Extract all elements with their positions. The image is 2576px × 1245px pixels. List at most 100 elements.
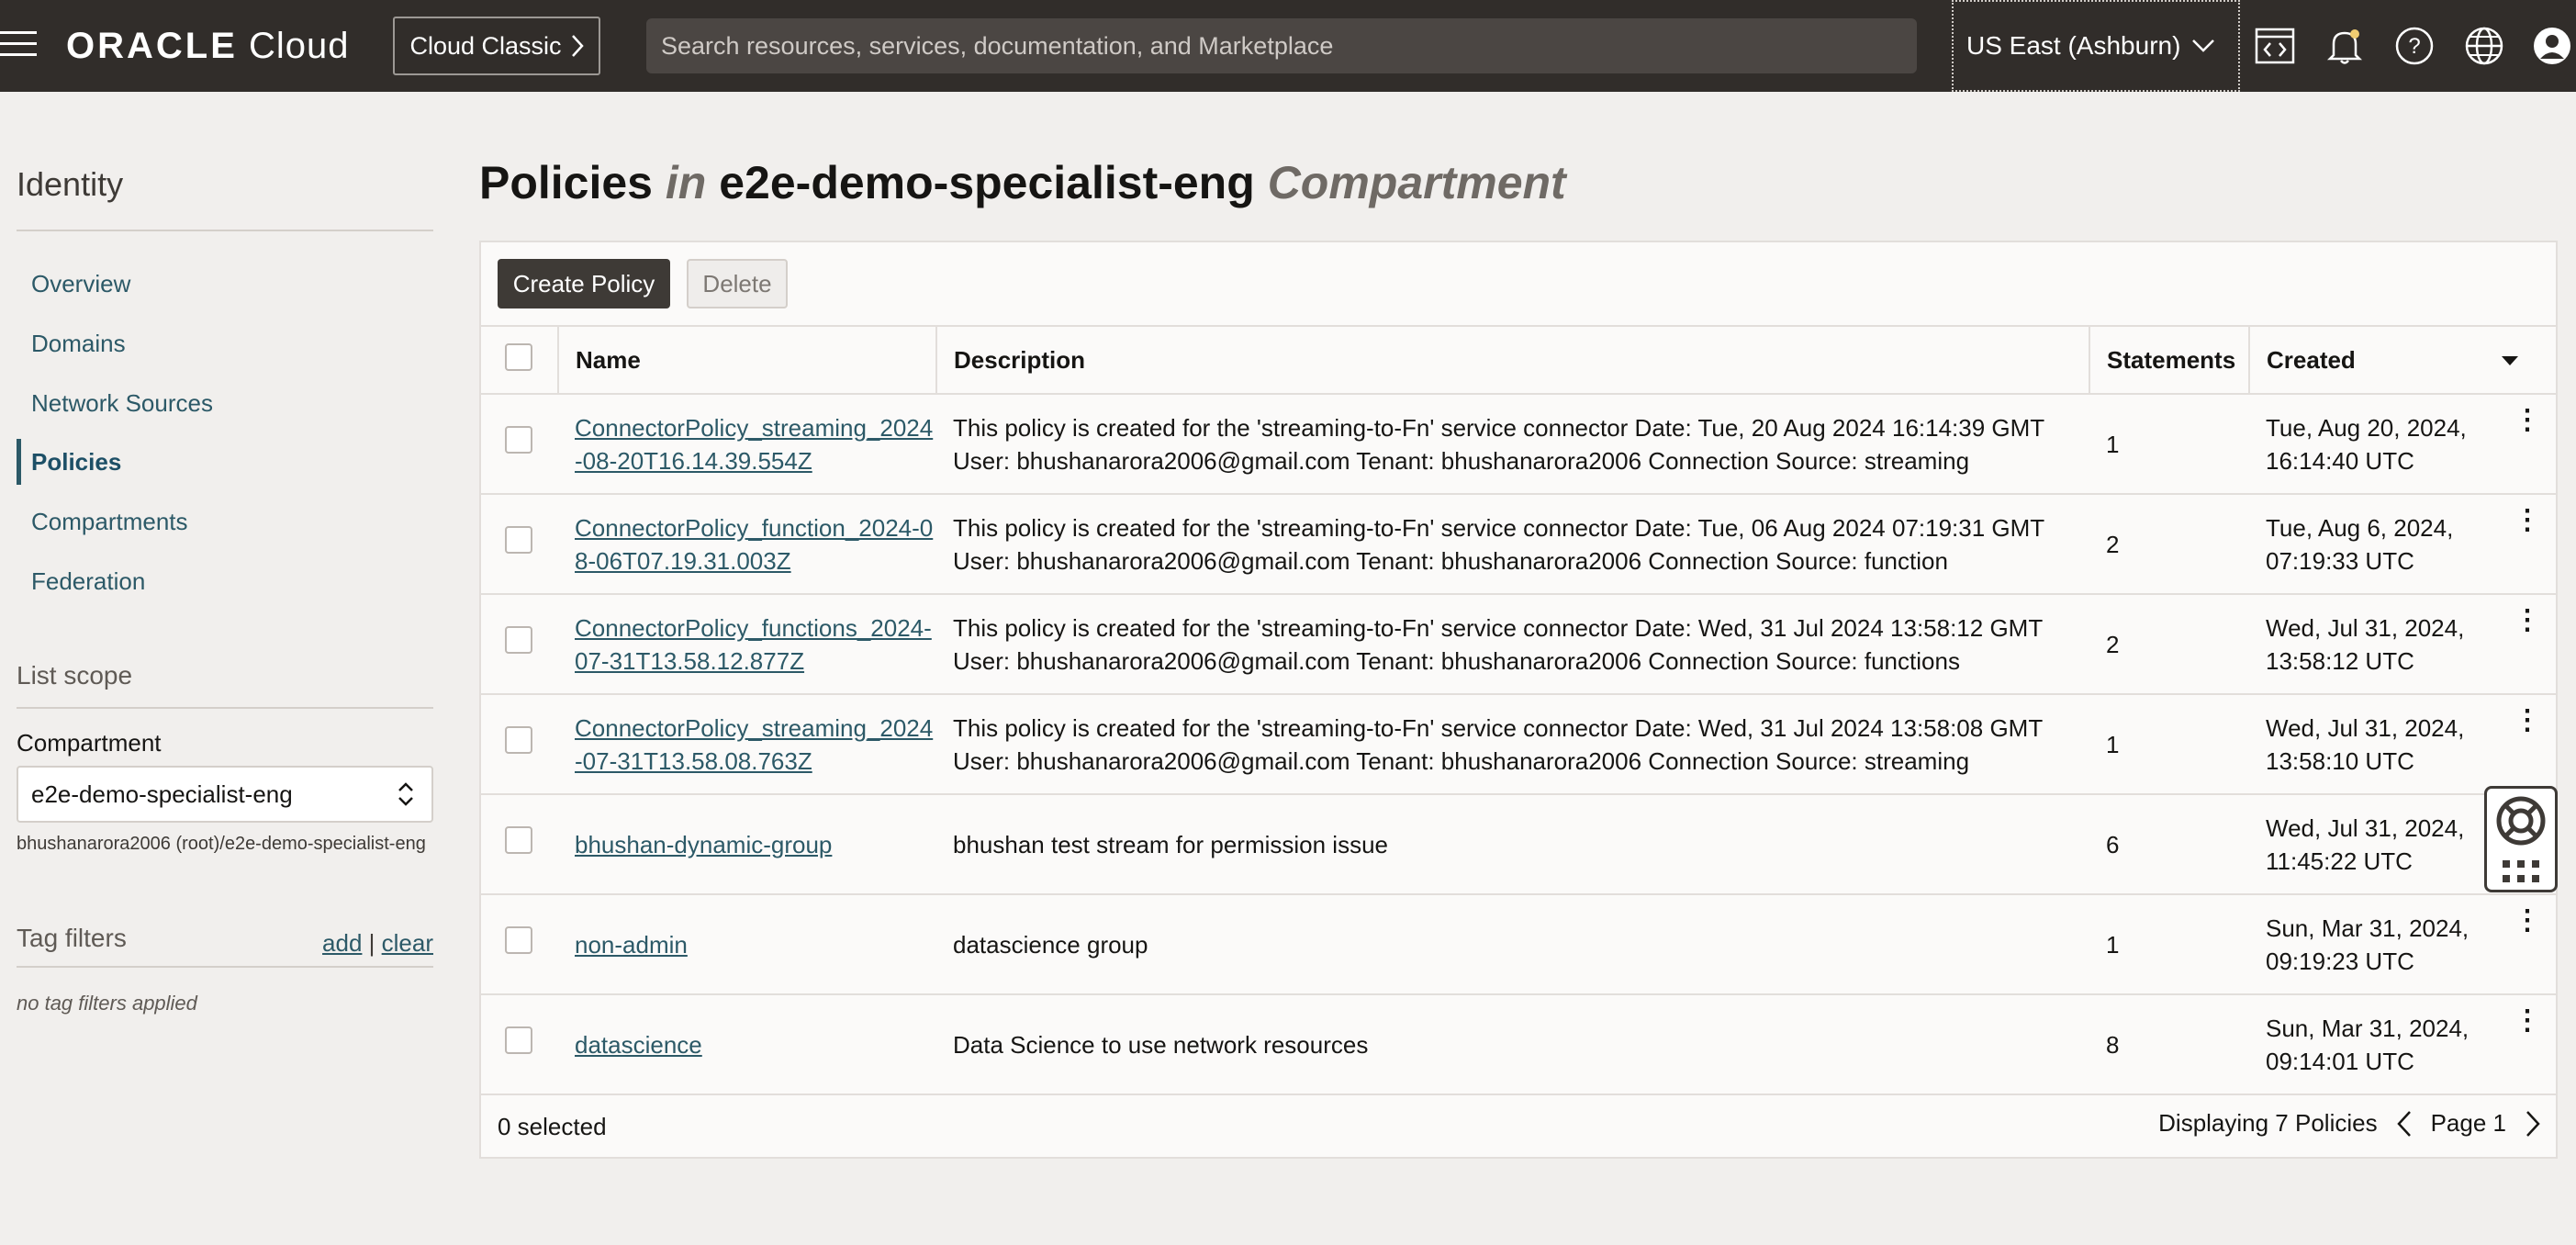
support-widget[interactable]	[2484, 786, 2558, 892]
row-select-cell	[481, 794, 558, 895]
cloud-classic-button[interactable]: Cloud Classic	[393, 17, 600, 75]
column-header-name: Name	[557, 325, 936, 395]
policy-name-cell: ConnectorPolicy_streaming_2024-07-31T13.…	[558, 694, 936, 795]
compartment-select[interactable]: e2e-demo-specialist-eng	[17, 766, 433, 823]
menu-icon[interactable]	[0, 31, 37, 61]
policy-description: This policy is created for the 'streamin…	[936, 394, 2089, 495]
row-select-cell	[481, 894, 558, 995]
bell-icon[interactable]	[2321, 22, 2369, 70]
policy-description: This policy is created for the 'streamin…	[936, 594, 2089, 695]
table-row: datascience Data Science to use network r…	[481, 994, 2556, 1095]
select-all-checkbox[interactable]	[505, 342, 532, 371]
row-checkbox[interactable]	[505, 626, 532, 654]
policy-description: This policy is created for the 'streamin…	[936, 494, 2089, 595]
row-checkbox[interactable]	[505, 726, 532, 754]
sort-updown-icon	[398, 782, 413, 806]
chevron-down-icon	[2192, 39, 2215, 52]
policy-created-cell: ⋮ Tue, Aug 6, 2024, 07:19:33 UTC	[2249, 494, 2556, 595]
lifebuoy-icon	[2496, 796, 2546, 845]
policy-name-cell: bhushan-dynamic-group	[558, 794, 936, 895]
policy-statements: 8	[2089, 994, 2249, 1095]
sidebar-item-policies[interactable]: Policies	[17, 439, 433, 485]
policy-created-cell: ⋮ Sun, Mar 31, 2024, 09:19:23 UTC	[2249, 894, 2556, 995]
row-actions-kebab-icon[interactable]: ⋮	[2514, 1006, 2541, 1034]
sidebar-title: Identity	[17, 165, 124, 203]
row-actions-kebab-icon[interactable]: ⋮	[2514, 406, 2541, 433]
policy-statements: 1	[2089, 894, 2249, 995]
policy-created-cell: ⋮ Wed, Jul 31, 2024, 13:58:12 UTC	[2249, 594, 2556, 695]
help-icon[interactable]: ?	[2391, 22, 2438, 70]
list-scope-heading: List scope	[17, 661, 133, 690]
policy-created: Wed, Jul 31, 2024, 11:45:22 UTC	[2266, 813, 2465, 875]
policy-name-link[interactable]: ConnectorPolicy_streaming_2024-08-20T16.…	[575, 414, 933, 475]
tag-filter-actions: add | clear	[322, 929, 433, 957]
policy-description: Data Science to use network resources	[936, 994, 2089, 1095]
create-policy-button[interactable]: Create Policy	[498, 259, 670, 308]
policy-created: Tue, Aug 6, 2024, 07:19:33 UTC	[2266, 513, 2454, 575]
column-header-statements: Statements	[2089, 325, 2249, 395]
sidebar-item-compartments[interactable]: Compartments	[17, 499, 433, 544]
region-selector[interactable]: US East (Ashburn)	[1952, 0, 2240, 92]
table-row: ConnectorPolicy_streaming_2024-07-31T13.…	[481, 694, 2556, 795]
display-count: Displaying 7 Policies	[2158, 1109, 2378, 1137]
table-header-row: Name Description Statements Created	[481, 325, 2556, 395]
row-actions-kebab-icon[interactable]: ⋮	[2514, 506, 2541, 533]
policy-created-cell: ⋮ Tue, Aug 20, 2024, 16:14:40 UTC	[2249, 394, 2556, 495]
top-bar: ORACLE Cloud Cloud Classic US East (Ashb…	[0, 0, 2576, 92]
policy-created: Wed, Jul 31, 2024, 13:58:12 UTC	[2266, 613, 2465, 675]
sidebar-item-overview[interactable]: Overview	[17, 261, 433, 307]
row-checkbox[interactable]	[505, 826, 532, 854]
row-select-cell	[481, 694, 558, 795]
row-actions-kebab-icon[interactable]: ⋮	[2514, 906, 2541, 934]
table-row: ConnectorPolicy_streaming_2024-08-20T16.…	[481, 394, 2556, 495]
policy-statements: 1	[2089, 694, 2249, 795]
row-checkbox[interactable]	[505, 926, 532, 954]
policy-name-link[interactable]: datascience	[575, 1031, 702, 1059]
policy-name-cell: ConnectorPolicy_streaming_2024-08-20T16.…	[558, 394, 936, 495]
row-select-cell	[481, 994, 558, 1095]
policy-statements: 2	[2089, 494, 2249, 595]
row-select-cell	[481, 394, 558, 495]
sidebar-item-network-sources[interactable]: Network Sources	[17, 380, 433, 426]
svg-text:?: ?	[2408, 34, 2420, 59]
policy-created-cell: ⋮ Sun, Mar 31, 2024, 09:14:01 UTC	[2249, 994, 2556, 1095]
policy-name-link[interactable]: bhushan-dynamic-group	[575, 831, 832, 858]
policy-statements: 1	[2089, 394, 2249, 495]
table-row: bhushan-dynamic-group bhushan test stream…	[481, 794, 2556, 895]
sidebar-item-federation[interactable]: Federation	[17, 558, 433, 604]
search-input[interactable]	[646, 18, 1917, 73]
column-header-created[interactable]: Created	[2248, 325, 2556, 395]
policy-name-link[interactable]: ConnectorPolicy_streaming_2024-07-31T13.…	[575, 714, 933, 775]
tag-filters-empty: no tag filters applied	[17, 992, 197, 1015]
policy-name-link[interactable]: non-admin	[575, 931, 688, 959]
tag-filters-heading: Tag filters	[17, 924, 127, 952]
row-actions-kebab-icon[interactable]: ⋮	[2514, 606, 2541, 634]
policy-name-cell: ConnectorPolicy_functions_2024-07-31T13.…	[558, 594, 936, 695]
previous-page-icon[interactable]	[2396, 1110, 2413, 1138]
table-row: ConnectorPolicy_functions_2024-07-31T13.…	[481, 594, 2556, 695]
row-checkbox[interactable]	[505, 426, 532, 454]
delete-button[interactable]: Delete	[687, 259, 788, 308]
compartment-path: bhushanarora2006 (root)/e2e-demo-special…	[17, 834, 426, 854]
tag-clear-link[interactable]: clear	[382, 929, 433, 957]
next-page-icon[interactable]	[2525, 1110, 2541, 1138]
row-checkbox[interactable]	[505, 1026, 532, 1054]
policy-description: bhushan test stream for permission issue	[936, 794, 2089, 895]
tag-add-link[interactable]: add	[322, 929, 362, 957]
sort-descending-icon[interactable]	[2501, 355, 2519, 366]
policy-created-cell: ⋮ Wed, Jul 31, 2024, 13:58:10 UTC	[2249, 694, 2556, 795]
policies-table: Name Description Statements Created Conn…	[481, 325, 2556, 1095]
policy-created: Sun, Mar 31, 2024, 09:19:23 UTC	[2266, 914, 2470, 975]
row-actions-kebab-icon[interactable]: ⋮	[2514, 706, 2541, 734]
code-editor-icon[interactable]	[2251, 22, 2299, 70]
globe-icon[interactable]	[2460, 22, 2508, 70]
row-checkbox[interactable]	[505, 526, 532, 554]
policy-name-link[interactable]: ConnectorPolicy_functions_2024-07-31T13.…	[575, 614, 932, 675]
policy-name-cell: ConnectorPolicy_function_2024-08-06T07.1…	[558, 494, 936, 595]
policy-name-link[interactable]: ConnectorPolicy_function_2024-08-06T07.1…	[575, 514, 933, 575]
policy-name-cell: datascience	[558, 994, 936, 1095]
profile-icon[interactable]	[2528, 22, 2576, 70]
sidebar-item-domains[interactable]: Domains	[17, 320, 433, 366]
policies-panel: Create Policy Delete Name Description St…	[479, 241, 2558, 1159]
oracle-cloud-logo[interactable]: ORACLE Cloud	[66, 26, 350, 67]
